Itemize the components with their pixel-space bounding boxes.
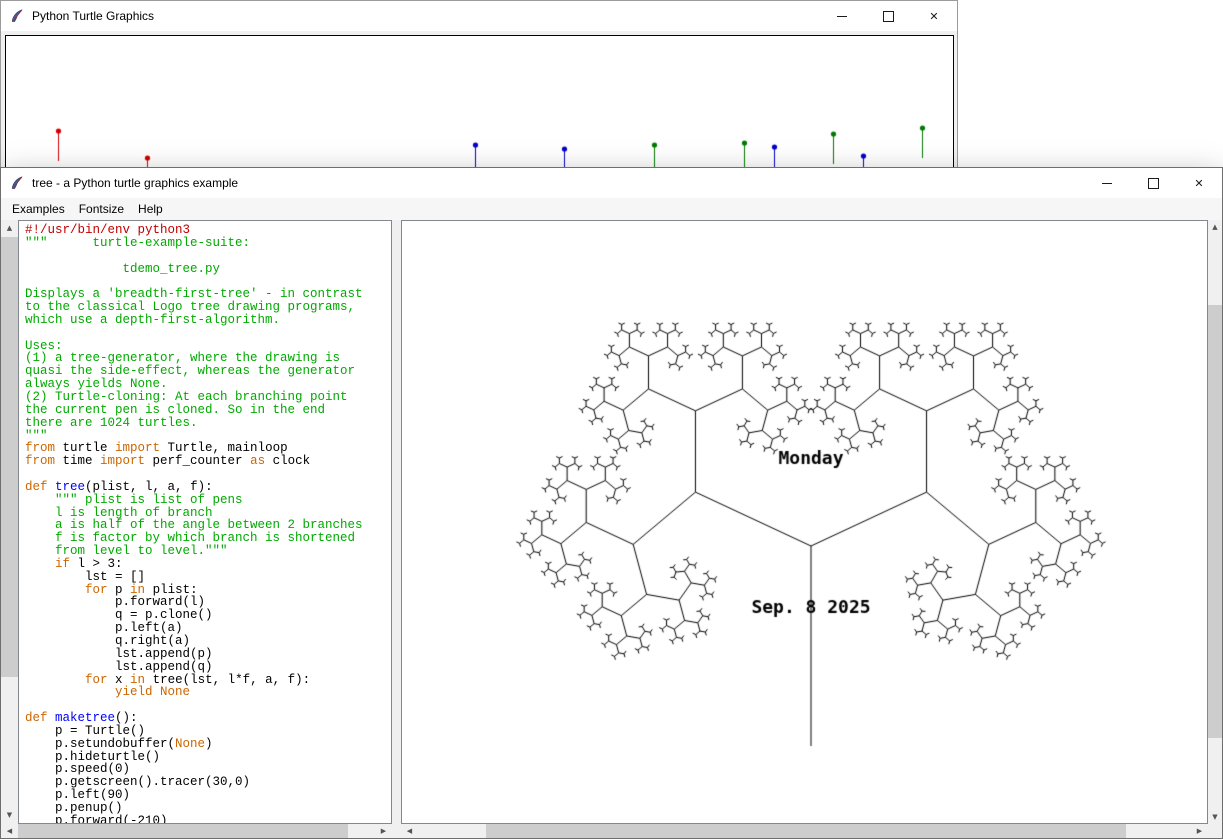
code-text: #!/usr/bin/env python3""" turtle-example…: [19, 221, 391, 824]
scrollbar-thumb[interactable]: [1, 237, 18, 677]
bg-maximize-button[interactable]: [865, 1, 911, 31]
bg-titlebar[interactable]: Python Turtle Graphics ✕: [1, 1, 957, 31]
code-editor[interactable]: #!/usr/bin/env python3""" turtle-example…: [18, 220, 392, 824]
code-line: there are 1024 turtles.: [25, 417, 391, 430]
demo-content: ▲ ▼ #!/usr/bin/env python3""" turtle-exa…: [1, 220, 1222, 824]
code-horizontal-scrollbar[interactable]: ◀ ▶: [1, 824, 392, 838]
scroll-up-arrow-icon[interactable]: ▲: [1, 220, 18, 237]
scroll-left-arrow-icon[interactable]: ◀: [401, 824, 418, 838]
desktop: Python Turtle Graphics ✕ tree: [0, 0, 1223, 839]
close-icon: ✕: [929, 10, 938, 23]
canvas-horizontal-scrollbar[interactable]: ◀ ▶: [401, 824, 1208, 838]
scrollbar-thumb[interactable]: [486, 824, 1126, 838]
drawing-canvas-pane[interactable]: [401, 220, 1208, 824]
canvas-vertical-scrollbar[interactable]: ▲ ▼: [1208, 220, 1222, 824]
scrollbar-thumb[interactable]: [18, 824, 348, 838]
code-line: yield None: [25, 686, 391, 699]
bg-window-title: Python Turtle Graphics: [32, 9, 154, 23]
code-line: which use a depth-first-algorithm.: [25, 314, 391, 327]
tk-feather-icon: [9, 175, 25, 191]
close-icon: ✕: [1194, 177, 1203, 190]
bottom-scroll-area: ◀ ▶ ◀ ▶: [1, 824, 1222, 838]
maximize-icon: [883, 11, 894, 22]
bg-caption-buttons: ✕: [819, 1, 957, 31]
fg-titlebar[interactable]: tree - a Python turtle graphics example …: [1, 168, 1222, 198]
code-line: tdemo_tree.py: [25, 263, 391, 276]
bg-minimize-button[interactable]: [819, 1, 865, 31]
scroll-right-arrow-icon[interactable]: ▶: [1191, 824, 1208, 838]
scrollbar-corner: [1208, 824, 1222, 838]
minimize-icon: [837, 16, 847, 17]
scroll-down-arrow-icon[interactable]: ▼: [1, 807, 18, 824]
scroll-up-arrow-icon[interactable]: ▲: [1208, 220, 1222, 234]
menu-fontsize[interactable]: Fontsize: [72, 200, 131, 218]
fg-window-title: tree - a Python turtle graphics example: [32, 176, 238, 190]
code-line: p.forward(-210): [25, 815, 391, 824]
scroll-left-arrow-icon[interactable]: ◀: [1, 824, 18, 838]
menu-help[interactable]: Help: [131, 200, 170, 218]
menubar: Examples Fontsize Help: [1, 198, 1222, 220]
fg-caption-buttons: ✕: [1084, 168, 1222, 198]
pane-divider: [392, 220, 401, 824]
code-line: from time import perf_counter as clock: [25, 455, 391, 468]
code-line: """ turtle-example-suite:: [25, 237, 391, 250]
tree-demo-window: tree - a Python turtle graphics example …: [0, 167, 1223, 839]
fg-minimize-button[interactable]: [1084, 168, 1130, 198]
fg-close-button[interactable]: ✕: [1176, 168, 1222, 198]
code-vertical-scrollbar[interactable]: ▲ ▼: [1, 220, 18, 824]
scroll-right-arrow-icon[interactable]: ▶: [375, 824, 392, 838]
code-line: [25, 327, 391, 340]
bg-close-button[interactable]: ✕: [911, 1, 957, 31]
scrollbar-thumb[interactable]: [1208, 305, 1222, 738]
menu-examples[interactable]: Examples: [5, 200, 72, 218]
minimize-icon: [1102, 183, 1112, 184]
fg-maximize-button[interactable]: [1130, 168, 1176, 198]
tree-drawing-canvas: [402, 221, 1208, 824]
maximize-icon: [1148, 178, 1159, 189]
scroll-down-arrow-icon[interactable]: ▼: [1208, 810, 1222, 824]
tk-feather-icon: [9, 8, 25, 24]
